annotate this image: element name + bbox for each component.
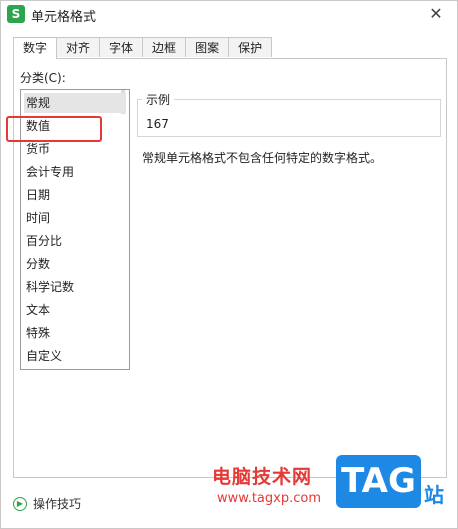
tab-font[interactable]: 字体: [99, 37, 144, 57]
sample-group-box: [137, 99, 441, 137]
watermark-tag-logo: TAG: [336, 455, 421, 508]
category-item-special[interactable]: 特殊: [24, 323, 126, 343]
app-logo-icon: S: [7, 5, 25, 23]
category-item-scientific[interactable]: 科学记数: [24, 277, 126, 297]
format-cells-dialog: S 单元格格式 ✕ 数字 对齐 字体 边框 图案 保护 分类(C): 常规 数值…: [0, 0, 458, 529]
category-item-accounting[interactable]: 会计专用: [24, 162, 126, 182]
category-item-custom[interactable]: 自定义: [24, 346, 126, 366]
close-icon[interactable]: ✕: [427, 5, 445, 23]
tab-protection[interactable]: 保护: [228, 37, 273, 57]
category-item-time[interactable]: 时间: [24, 208, 126, 228]
category-label: 分类(C):: [20, 71, 66, 85]
annotation-highlight-box: [6, 116, 102, 142]
sample-label: 示例: [142, 91, 175, 108]
watermark-url: www.tagxp.com: [217, 491, 321, 506]
category-item-text[interactable]: 文本: [24, 300, 126, 320]
category-item-currency[interactable]: 货币: [24, 139, 126, 159]
watermark-suffix: 站: [424, 483, 444, 507]
watermark-site-name: 电脑技术网: [212, 466, 313, 488]
play-circle-icon: ▶: [13, 497, 27, 511]
tab-pattern[interactable]: 图案: [185, 37, 230, 57]
dialog-title: 单元格格式: [31, 10, 97, 25]
category-item-percentage[interactable]: 百分比: [24, 231, 126, 251]
tab-border[interactable]: 边框: [142, 37, 187, 57]
category-item-general[interactable]: 常规: [24, 93, 126, 113]
tab-bar: 数字 对齐 字体 边框 图案 保护: [13, 37, 273, 59]
format-description: 常规单元格格式不包含任何特定的数字格式。: [142, 151, 383, 165]
tab-alignment[interactable]: 对齐: [56, 37, 101, 57]
tab-number[interactable]: 数字: [13, 37, 58, 59]
category-item-date[interactable]: 日期: [24, 185, 126, 205]
operation-tips-link[interactable]: 操作技巧: [33, 495, 81, 512]
title-bar: S 单元格格式 ✕: [1, 1, 457, 29]
sample-value: 167: [146, 117, 169, 131]
category-item-fraction[interactable]: 分数: [24, 254, 126, 274]
